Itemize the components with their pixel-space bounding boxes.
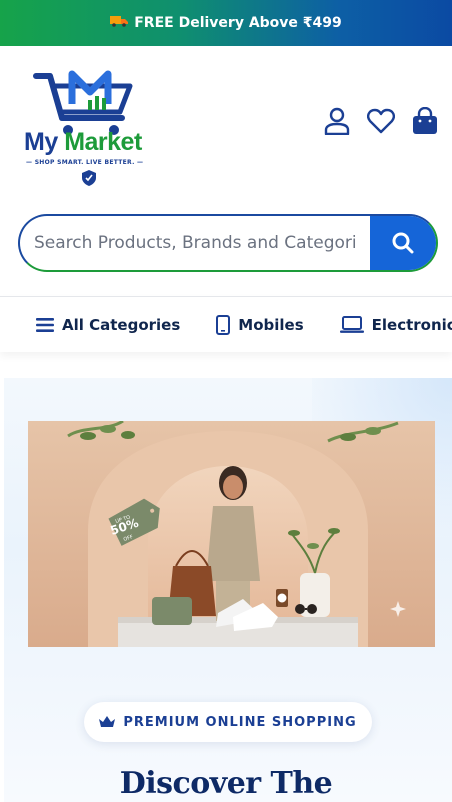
promo-text: FREE Delivery Above ₹499 [134,15,342,31]
search-icon [392,232,414,254]
crown-icon [99,716,116,727]
truck-icon [110,15,129,31]
site-header: My Market — SHOP SMART. LIVE BETTER. — [0,46,452,196]
brand-tagline: — SHOP SMART. LIVE BETTER. — [26,159,144,166]
brand-name: My Market [24,128,142,156]
site-logo[interactable]: My Market — SHOP SMART. LIVE BETTER. — [22,68,162,208]
heart-icon[interactable] [366,106,396,136]
category-label: All Categories [62,315,181,334]
premium-shopping-badge: PREMIUM ONLINE SHOPPING [84,702,372,742]
search-input[interactable] [20,216,370,270]
search-bar [18,214,438,272]
category-label: Electronics [371,315,452,334]
shield-check-icon [82,170,96,186]
user-icon[interactable] [322,106,352,136]
category-mobiles[interactable]: Mobiles [216,314,304,335]
search-button[interactable] [370,216,436,270]
laptop-icon [339,315,364,333]
shopping-bag-icon[interactable] [410,106,440,136]
premium-shopping-text: PREMIUM ONLINE SHOPPING [123,714,357,730]
hero-banner-image[interactable]: UP TO 50% OFF [28,421,435,647]
category-label: Mobiles [238,315,304,334]
category-nav: All Categories Mobiles Electronics [0,296,452,352]
menu-icon [36,317,54,332]
hero-heading: Discover The [119,766,333,801]
promo-bar: FREE Delivery Above ₹499 [0,0,452,46]
category-electronics[interactable]: Electronics [339,315,452,334]
mobile-icon [216,314,231,335]
header-actions [322,106,440,136]
category-all[interactable]: All Categories [36,316,180,334]
